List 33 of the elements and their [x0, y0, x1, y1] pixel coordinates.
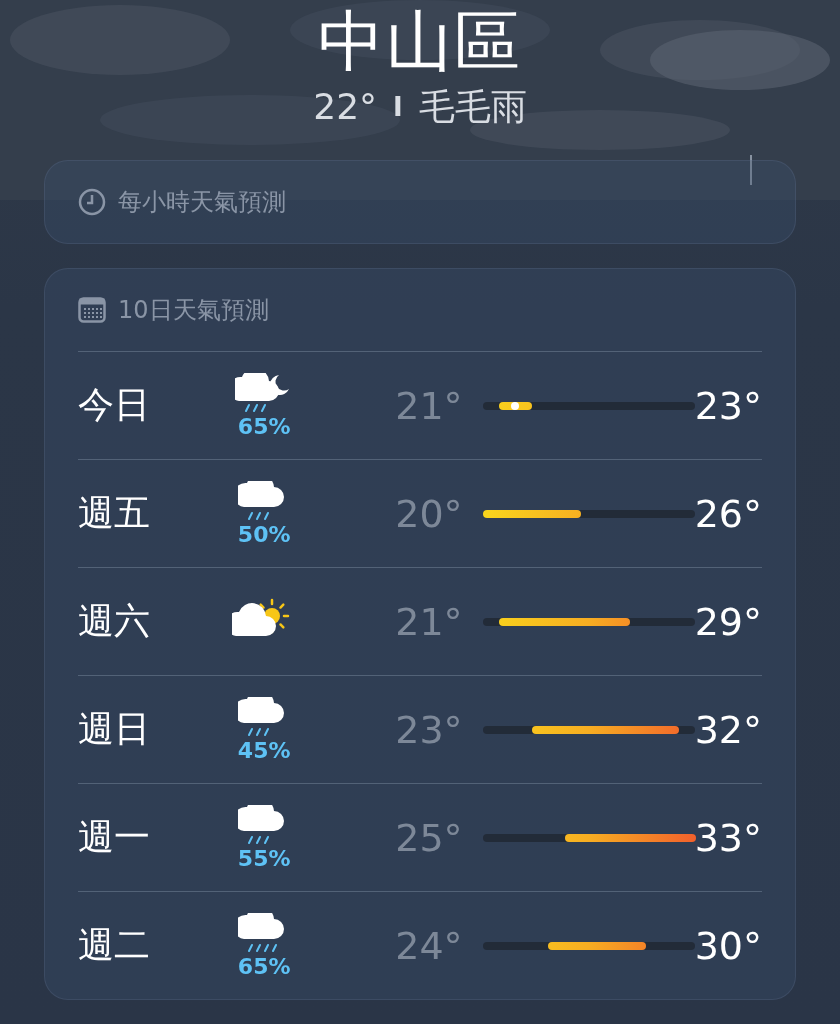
high-temperature: 32° [694, 707, 762, 752]
low-temperature: 24° [394, 923, 463, 968]
card-title: 每小時天氣預測 [118, 187, 286, 218]
day-label: 週六 [78, 599, 151, 643]
high-temperature: 29° [694, 599, 762, 644]
calendar-icon [78, 297, 106, 323]
precipitation-chance: 65% [237, 414, 291, 439]
day-label: 週五 [78, 491, 151, 535]
low-temperature: 21° [394, 599, 463, 644]
high-temperature: 23° [694, 383, 762, 428]
high-temperature: 26° [694, 491, 762, 536]
weather-condition: 毛毛雨 [418, 85, 527, 129]
day-label: 週二 [78, 923, 151, 967]
separator: I [393, 91, 403, 124]
low-temperature: 23° [394, 707, 463, 752]
card-title: 10日天氣預測 [118, 295, 269, 326]
low-temperature: 20° [394, 491, 463, 536]
high-temperature: 30° [694, 923, 762, 968]
low-temperature: 21° [394, 383, 463, 428]
clock-icon [78, 188, 106, 216]
hourly-forecast-card[interactable]: 每小時天氣預測 [44, 160, 796, 244]
precipitation-chance: 55% [237, 846, 291, 871]
precipitation-chance: 45% [237, 738, 291, 763]
high-temperature: 33° [694, 815, 762, 860]
city-name: 中山區 [318, 4, 522, 80]
day-label: 今日 [78, 383, 151, 427]
current-temperature-dot [511, 401, 520, 410]
day-label: 週一 [78, 815, 151, 859]
precipitation-chance: 65% [237, 954, 291, 979]
current-temperature: 22° [313, 85, 378, 129]
precipitation-chance: 50% [237, 522, 291, 547]
low-temperature: 25° [394, 815, 463, 860]
day-label: 週日 [78, 707, 151, 751]
